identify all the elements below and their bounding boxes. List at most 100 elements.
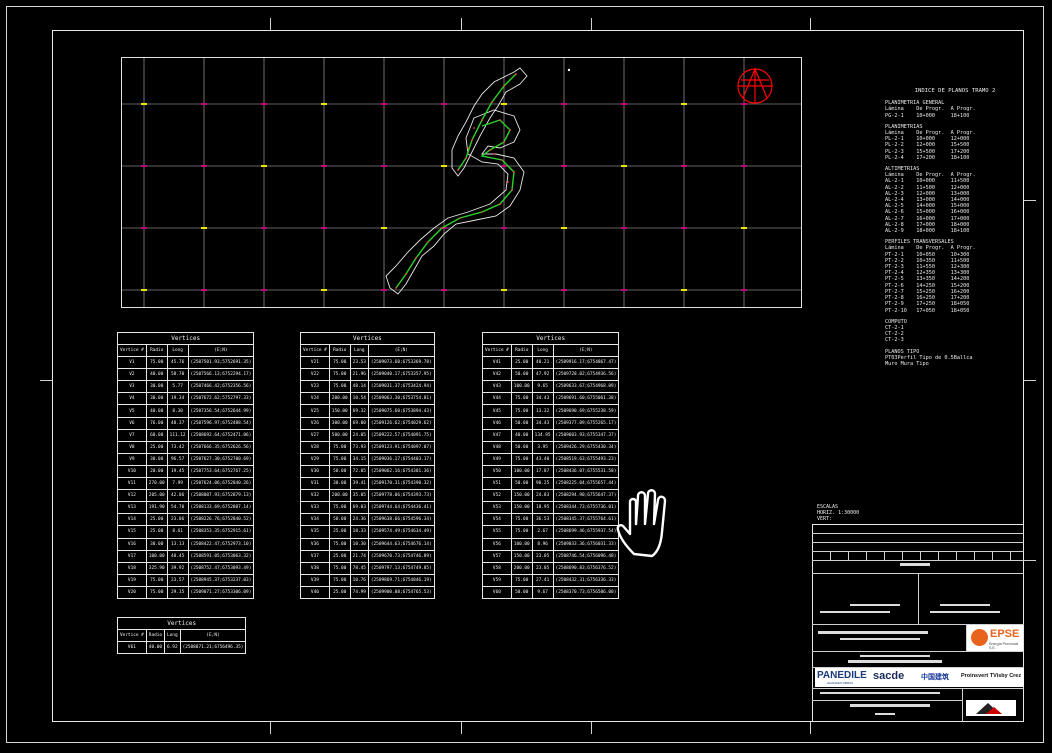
road-station-point bbox=[511, 189, 513, 191]
zone-tick bbox=[1024, 380, 1036, 381]
plan-index-section: COMPUTO CT-2-1 CT-2-2 CT-2-3 bbox=[885, 319, 1025, 344]
col-header: Radio bbox=[328, 343, 351, 358]
plan-map-viewport[interactable] bbox=[121, 57, 802, 308]
table-cell: 23.06 bbox=[166, 513, 189, 527]
table-cell: (2509916.17;6754867.47) bbox=[552, 356, 620, 370]
road-station-point bbox=[441, 227, 443, 229]
map-grid-marker bbox=[321, 227, 327, 229]
table-cell: 150.00 bbox=[328, 404, 351, 418]
table-cell: 36.53 bbox=[531, 513, 554, 527]
table-cell: 50.00 bbox=[510, 368, 533, 382]
table-row: V1 75.00 45.76 (2507501.93;5752691.35) bbox=[117, 356, 255, 370]
table-cell: 200.00 bbox=[328, 392, 351, 406]
vertices-table-3: Vertices Vertice # Radio Long (E;N) V41 2… bbox=[482, 332, 620, 599]
table-cell: (2509071.27;6753306.09) bbox=[187, 585, 255, 599]
table-cell: 100.00 bbox=[510, 464, 533, 479]
plan-index-section: PLANIMETRIAS Lámina De Progr. A Progr. PL-… bbox=[885, 124, 1025, 161]
table-cell: 45.76 bbox=[166, 356, 189, 370]
table-row: V37 25.00 21.74 (2509670.73;6754746.89) bbox=[300, 549, 435, 563]
tb-divider bbox=[974, 551, 975, 560]
table-cell: (2509063.30;6753754.81) bbox=[367, 392, 435, 406]
table-cell: (2508294.90;6755647.37) bbox=[552, 489, 620, 503]
table-cell: 75.00 bbox=[328, 368, 351, 382]
table-row: V56 100.00 8.96 (2509033.36;6756031.33) bbox=[482, 537, 620, 551]
map-grid-marker bbox=[561, 165, 567, 167]
col-header: (E;N) bbox=[187, 343, 255, 358]
map-grid-marker bbox=[621, 103, 627, 105]
table-cell: (2508436.07;6755531.58) bbox=[552, 464, 620, 479]
table-cell: 19.34 bbox=[166, 392, 189, 406]
epse-logo: EPSE Energía Provincial S.E. bbox=[967, 625, 1023, 651]
table-cell: 75.00 bbox=[328, 573, 351, 587]
table-cell: 8.96 bbox=[531, 537, 554, 551]
zone-tick bbox=[810, 722, 811, 734]
table-cell: 150.00 bbox=[510, 489, 533, 503]
table-row: V28 75.00 73.93 (2509123.91;6754097.07) bbox=[300, 440, 435, 454]
table-cell: V50 bbox=[482, 464, 512, 479]
table-cell: 90.25 bbox=[531, 477, 554, 491]
table-cell: 111.12 bbox=[166, 428, 189, 442]
table-cell: 75.00 bbox=[510, 452, 533, 466]
table-row: V20 75.00 29.15 (2509071.27;6753306.09) bbox=[117, 585, 255, 599]
table-row: V2 40.00 58.70 (2507566.13;6752294.17) bbox=[117, 368, 255, 382]
table-cell: (2509075.60;6753894.43) bbox=[367, 404, 435, 418]
table-cell: 40.00 bbox=[510, 428, 533, 442]
table-cell: (2508226.76;6752840.52) bbox=[187, 513, 255, 527]
table-cell: 48.37 bbox=[166, 416, 189, 430]
table-cell: 50.00 bbox=[328, 513, 351, 527]
table-cell: 42.06 bbox=[166, 489, 189, 503]
map-grid-marker bbox=[681, 103, 687, 105]
table-cell: V16 bbox=[117, 537, 147, 551]
table-row: V48 50.00 3.95 (2509426.29;6755430.34) bbox=[482, 440, 620, 454]
table-row: V15 25.00 8.61 (2508353.35;6752915.61) bbox=[117, 525, 255, 539]
col-header: Vertice # bbox=[300, 343, 330, 358]
plan-index-row: CT-2-3 bbox=[885, 337, 904, 344]
tb-divider bbox=[812, 651, 1024, 652]
table-cell: 30.00 bbox=[145, 537, 168, 551]
table-cell: 75.00 bbox=[145, 573, 168, 587]
vertices-table-title: Vertices bbox=[482, 332, 620, 344]
map-grid-marker bbox=[321, 289, 327, 291]
plan-index-title: INDICE DE PLANOS TRAMO 2 bbox=[914, 88, 996, 94]
table-cell: (2508344.73;6755736.01) bbox=[552, 501, 620, 515]
table-cell: (2507666.35;6752626.56) bbox=[187, 440, 255, 454]
col-header: (E;N) bbox=[367, 343, 435, 358]
table-cell: (2509073.60;6753369.78) bbox=[367, 356, 435, 370]
table-cell: 75.00 bbox=[510, 392, 533, 406]
map-grid-marker bbox=[381, 289, 387, 291]
col-header: Vertice # bbox=[117, 343, 147, 358]
zone-tick bbox=[461, 722, 462, 734]
contractor-logos: PANEDILE GRANDES OBRAS sacde 中国建筑 Proins… bbox=[815, 668, 1024, 687]
table-row: V33 75.00 69.03 (2509744.64;6754436.41) bbox=[300, 501, 435, 515]
table-cell: V13 bbox=[117, 501, 147, 515]
table-cell: 50.00 bbox=[510, 585, 533, 599]
map-grid-marker bbox=[261, 165, 267, 167]
table-row: V29 75.00 34.15 (2509036.17;6754403.17) bbox=[300, 452, 435, 466]
table-cell: (2509869.71;6754846.19) bbox=[367, 573, 435, 587]
table-cell: 13.32 bbox=[531, 404, 554, 418]
table-cell: V26 bbox=[300, 416, 330, 430]
road-station-point bbox=[405, 273, 407, 275]
tb-divider bbox=[812, 688, 1024, 689]
map-grid-marker bbox=[681, 165, 687, 167]
table-cell: V61 bbox=[117, 641, 147, 655]
table-cell: V41 bbox=[482, 356, 512, 370]
table-cell: 30.00 bbox=[145, 452, 168, 466]
table-cell: V2 bbox=[117, 368, 147, 382]
table-row: V52 150.00 24.83 (2508294.90;6755647.37) bbox=[482, 489, 620, 503]
table-cell: 200.00 bbox=[328, 489, 351, 503]
zone-tick bbox=[1024, 560, 1036, 561]
table-cell: V47 bbox=[482, 428, 512, 442]
table-cell: 75.00 bbox=[328, 452, 351, 466]
table-row: V31 30.00 39.41 (2509170.31;6754390.32) bbox=[300, 477, 435, 491]
table-row: V11 270.00 7.99 (2507624.06;6752840.26) bbox=[117, 477, 255, 491]
col-header: Long bbox=[166, 343, 189, 358]
table-cell: (2509062.16;6754381.36) bbox=[367, 464, 435, 479]
tb-text-bar bbox=[860, 655, 930, 657]
table-cell: 23.57 bbox=[166, 573, 189, 587]
map-grid-marker bbox=[441, 289, 447, 291]
table-row: V41 25.00 40.21 (2509916.17;6754867.47) bbox=[482, 356, 620, 370]
table-cell: (2509744.64;6754436.41) bbox=[367, 501, 435, 515]
tb-divider bbox=[866, 551, 867, 560]
table-cell: V46 bbox=[482, 416, 512, 430]
